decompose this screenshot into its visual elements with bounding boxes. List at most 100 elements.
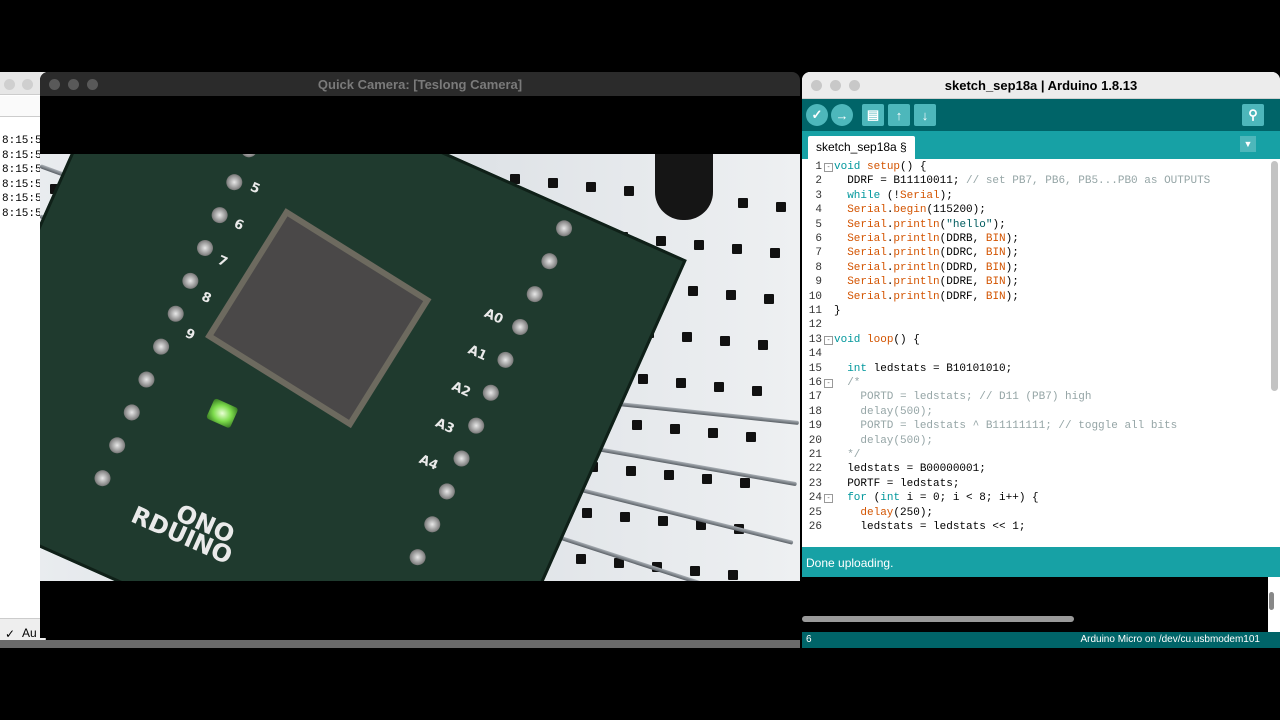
board-pad — [194, 237, 216, 259]
code-line[interactable]: PORTF = ledstats; — [834, 478, 959, 490]
code-line[interactable]: } — [834, 305, 841, 317]
silkscreen-label: 6 — [231, 216, 246, 234]
breadboard-hole — [688, 286, 698, 296]
serial-line: 8:15:5 — [2, 178, 42, 191]
breadboard-hole — [720, 336, 730, 346]
code-editor[interactable]: 1- void setup() {2 DDRF = B11110011; // s… — [802, 159, 1268, 547]
camera-titlebar: Quick Camera: [Teslong Camera] — [40, 72, 800, 96]
code-line[interactable]: Serial.println(DDRD, BIN); — [834, 262, 1019, 274]
board-pad — [150, 336, 172, 358]
board-pad — [209, 204, 231, 226]
silkscreen-label: A3 — [432, 415, 457, 438]
breadboard-hole — [582, 508, 592, 518]
fold-toggle-icon[interactable]: - — [824, 494, 833, 504]
board-pad — [480, 382, 502, 404]
silkscreen-label: A4 — [416, 452, 441, 474]
board-pad — [165, 303, 187, 325]
breadboard-hole — [656, 236, 666, 246]
code-line[interactable]: ledstats = ledstats << 1; — [834, 521, 1025, 533]
tab-sketch[interactable]: sketch_sep18a § — [808, 136, 915, 159]
breadboard-hole — [740, 478, 750, 488]
line-number: 6 — [815, 233, 822, 245]
line-number: 8 — [815, 261, 822, 274]
code-line[interactable]: /* — [834, 377, 860, 389]
line-number: 25 — [808, 506, 822, 519]
code-line[interactable]: Serial.println("hello"); — [834, 219, 1005, 231]
serial-line: 8:15:5 — [2, 135, 42, 147]
serial-monitor-icon: ⚲ — [1248, 107, 1258, 122]
breadboard-hole — [638, 374, 648, 384]
fold-toggle-icon[interactable]: - — [824, 335, 833, 345]
upload-button[interactable]: → — [831, 104, 853, 126]
save-button[interactable]: ↓ — [914, 104, 936, 126]
new-button[interactable]: ▤ — [862, 104, 884, 126]
verify-icon: ✓ — [811, 107, 823, 122]
minimize-window-button[interactable] — [22, 79, 33, 90]
breadboard-hole — [714, 382, 724, 392]
silkscreen-label: 8 — [198, 289, 214, 307]
line-number: 2 — [815, 175, 822, 188]
line-number: 3 — [815, 189, 822, 202]
board-led — [205, 397, 239, 429]
current-line-number: 6 — [806, 634, 812, 645]
code-line[interactable]: Serial.println(DDRF, BIN); — [834, 291, 1019, 303]
code-line[interactable]: ledstats = B00000001; — [834, 463, 986, 475]
code-line[interactable]: Serial.begin(115200); — [834, 204, 986, 216]
line-number: 14 — [808, 348, 822, 361]
serial-input-field[interactable] — [0, 96, 45, 117]
camera-feed: 5 6 7 8 9 A0 A1 A2 A3 A4 ONO RDUINO — [40, 154, 800, 581]
code-line[interactable]: void loop() { — [834, 334, 920, 346]
chevron-down-icon: ▼ — [1243, 139, 1253, 149]
code-line[interactable]: Serial.println(DDRB, BIN); — [834, 233, 1019, 245]
breadboard-hole — [738, 198, 748, 208]
code-line[interactable]: delay(500); — [834, 406, 933, 418]
board-pad — [436, 480, 458, 502]
code-line[interactable]: Serial.println(DDRC, BIN); — [834, 247, 1019, 259]
breadboard-hole — [624, 186, 634, 196]
close-window-button[interactable] — [4, 79, 15, 90]
code-line[interactable]: PORTD = ledstats; // D11 (PB7) high — [834, 391, 1091, 403]
code-line[interactable]: PORTD = ledstats ^ B11111111; // toggle … — [834, 420, 1177, 432]
breadboard-hole — [632, 420, 642, 430]
board-pad — [106, 434, 128, 456]
line-number: 11 — [808, 305, 822, 317]
console-horizontal-scrollbar[interactable] — [802, 616, 1074, 622]
autoscroll-checkbox[interactable]: ✓ — [5, 627, 15, 641]
save-icon: ↓ — [921, 107, 929, 123]
board-pads — [91, 154, 683, 581]
code-line[interactable]: delay(500); — [834, 435, 933, 447]
board-pad — [91, 467, 114, 489]
code-line[interactable]: delay(250); — [834, 507, 933, 519]
board-pad — [407, 546, 429, 568]
breadboard-hole — [752, 386, 762, 396]
breadboard-hole — [776, 202, 786, 212]
open-button[interactable]: ↑ — [888, 104, 910, 126]
open-icon: ↑ — [895, 107, 903, 123]
breadboard-hole — [746, 432, 756, 442]
board-pad — [538, 250, 560, 272]
serial-monitor-button[interactable]: ⚲ — [1242, 104, 1264, 126]
code-line[interactable]: int ledstats = B10101010; — [834, 363, 1012, 375]
editor-vertical-scrollbar[interactable] — [1271, 161, 1278, 391]
code-line[interactable]: void setup() { — [834, 161, 926, 173]
breadboard-hole — [690, 566, 700, 576]
console-vertical-scrollbar[interactable] — [1269, 592, 1274, 610]
code-line[interactable]: while (!Serial); — [834, 190, 953, 202]
tab-menu-button[interactable]: ▼ — [1240, 136, 1256, 152]
code-line[interactable]: */ — [834, 449, 860, 461]
breadboard-hole — [620, 512, 630, 522]
breadboard-hole — [694, 240, 704, 250]
fold-toggle-icon[interactable]: - — [824, 163, 833, 172]
console-output — [802, 577, 1268, 635]
board-pad — [238, 154, 260, 160]
verify-button[interactable]: ✓ — [806, 104, 828, 126]
code-line[interactable]: Serial.println(DDRE, BIN); — [834, 276, 1019, 288]
autoscroll-label: Au — [22, 626, 37, 640]
silkscreen-label: 9 — [182, 326, 198, 344]
breadboard-hole — [576, 554, 586, 564]
silkscreen-label: A2 — [449, 379, 473, 401]
breadboard-hole — [764, 294, 774, 304]
code-line[interactable]: for (int i = 0; i < 8; i++) { — [834, 492, 1038, 504]
fold-toggle-icon[interactable]: - — [824, 379, 833, 388]
code-line[interactable]: DDRF = B11110011; // set PB7, PB6, PB5..… — [834, 175, 1210, 187]
